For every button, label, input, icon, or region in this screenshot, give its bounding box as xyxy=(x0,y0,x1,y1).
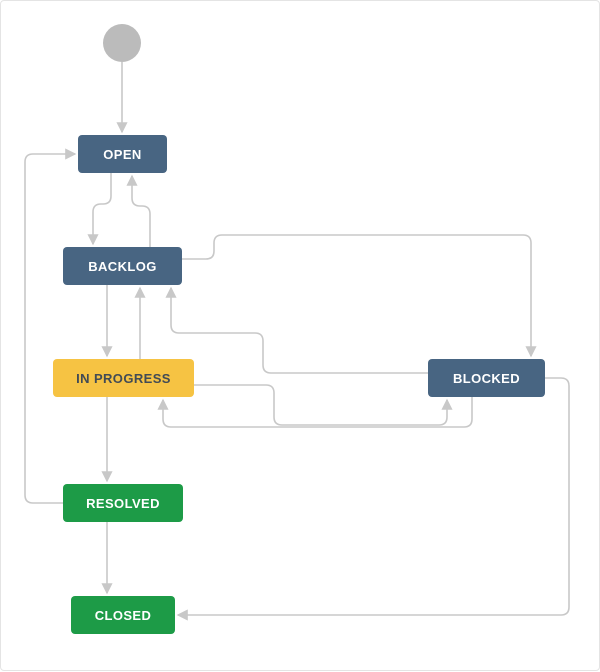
state-node-in-progress: IN PROGRESS xyxy=(53,359,194,397)
state-label: IN PROGRESS xyxy=(76,371,171,386)
edge-blocked-to-inprogress xyxy=(163,397,472,427)
edge-backlog-to-open xyxy=(132,176,150,247)
state-label: RESOLVED xyxy=(86,496,160,511)
state-node-blocked: BLOCKED xyxy=(428,359,545,397)
state-label: OPEN xyxy=(103,147,141,162)
state-node-resolved: RESOLVED xyxy=(63,484,183,522)
edge-open-to-backlog xyxy=(93,173,111,244)
edge-inprogress-to-blocked xyxy=(194,385,447,425)
state-label: BACKLOG xyxy=(88,259,157,274)
edge-resolved-to-open xyxy=(25,154,75,503)
state-node-backlog: BACKLOG xyxy=(63,247,182,285)
edge-backlog-to-blocked xyxy=(182,235,531,356)
state-node-open: OPEN xyxy=(78,135,167,173)
edge-blocked-to-backlog xyxy=(171,288,428,373)
edges-layer xyxy=(1,1,600,672)
state-node-closed: CLOSED xyxy=(71,596,175,634)
workflow-diagram: OPEN BACKLOG IN PROGRESS BLOCKED RESOLVE… xyxy=(0,0,600,671)
state-label: BLOCKED xyxy=(453,371,520,386)
state-label: CLOSED xyxy=(95,608,152,623)
start-node xyxy=(103,24,141,62)
edge-blocked-to-closed xyxy=(178,378,569,615)
